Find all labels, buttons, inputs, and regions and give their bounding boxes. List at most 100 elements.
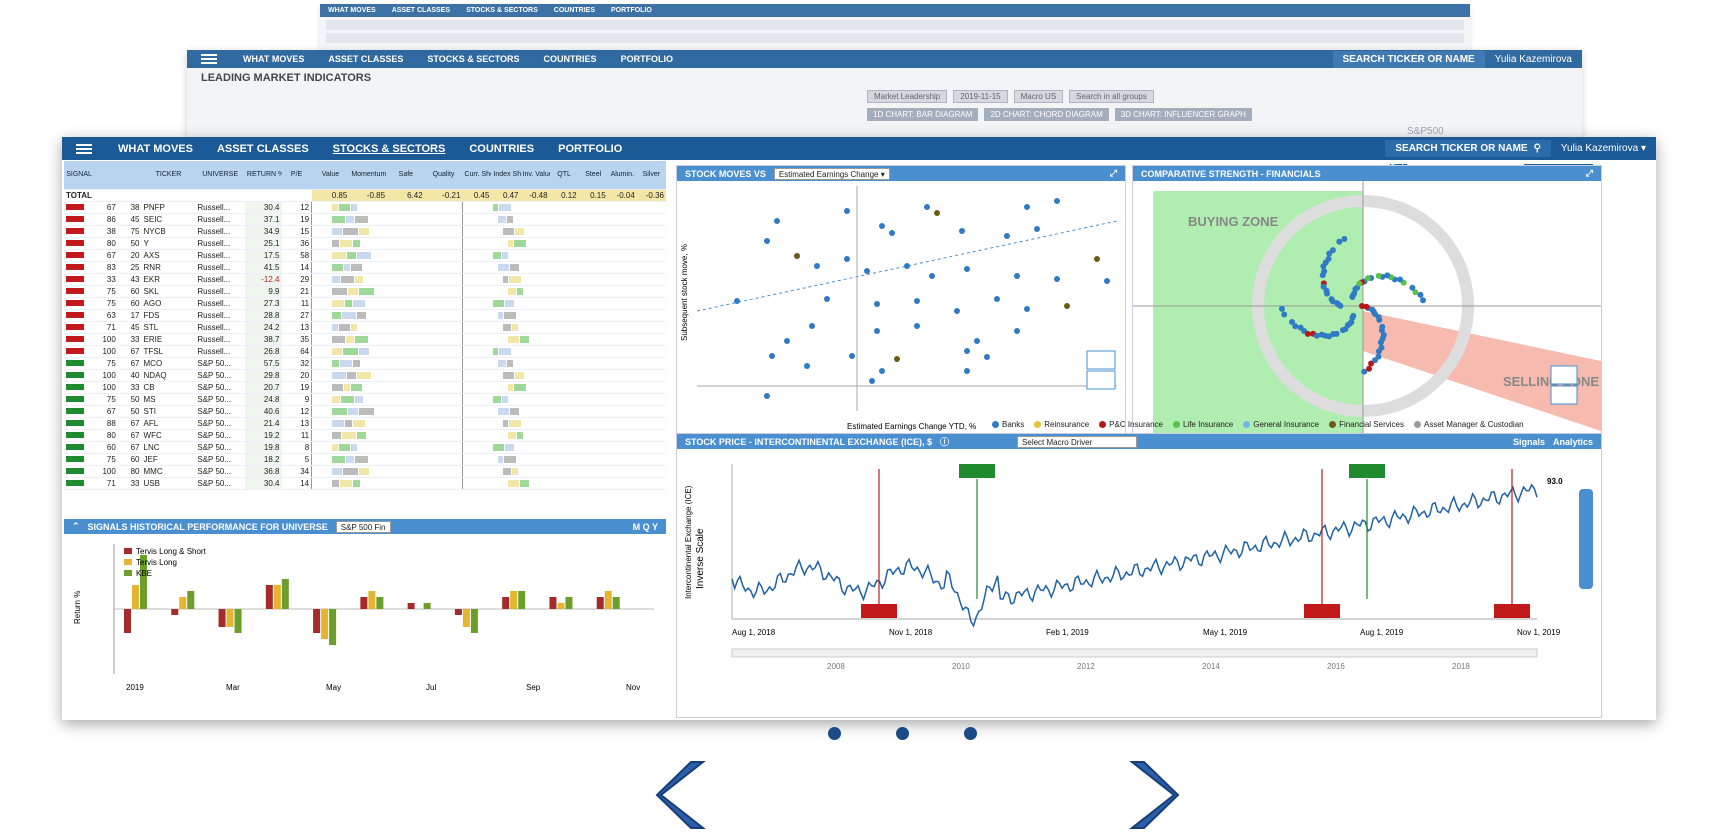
table-row[interactable]: 75 60 JEF S&P 50... 18.2 5: [64, 453, 666, 466]
ticker[interactable]: CB: [141, 381, 196, 394]
ticker[interactable]: PNFP: [141, 201, 196, 214]
expand-icon[interactable]: ⤢: [1586, 168, 1593, 179]
stock-point[interactable]: [914, 298, 920, 304]
sector-point[interactable]: [1326, 333, 1333, 340]
sector-point[interactable]: [1304, 330, 1311, 337]
freq-toggle[interactable]: M Q Y: [633, 522, 658, 532]
sector-point[interactable]: [1323, 290, 1330, 297]
table-row[interactable]: 100 80 MMC S&P 50... 36.8 34: [64, 465, 666, 478]
sector-point[interactable]: [1409, 284, 1416, 291]
nav-asset-classes[interactable]: ASSET CLASSES: [205, 143, 321, 155]
sector-point[interactable]: [1326, 250, 1333, 257]
sector-point[interactable]: [1348, 319, 1355, 326]
sector-point[interactable]: [1419, 297, 1426, 304]
sell-marker[interactable]: [1304, 604, 1340, 618]
sell-marker[interactable]: [1494, 604, 1530, 618]
next-arrow-icon[interactable]: [1128, 760, 1180, 830]
column-header[interactable]: Index Shocks: [491, 161, 521, 190]
stock-point[interactable]: [844, 208, 850, 214]
column-header[interactable]: [117, 161, 142, 190]
column-header[interactable]: Silver: [636, 161, 666, 190]
ticker[interactable]: EKR: [141, 273, 196, 286]
zoom-out-button[interactable]: [1086, 370, 1116, 390]
stock-point[interactable]: [924, 204, 930, 210]
legend-item[interactable]: Life Insurance: [1172, 420, 1233, 429]
sector-point[interactable]: [1375, 353, 1382, 360]
sector-point[interactable]: [1378, 344, 1385, 351]
column-header[interactable]: P/E: [281, 161, 312, 190]
freq-q[interactable]: Q: [643, 522, 650, 532]
stock-point[interactable]: [1094, 256, 1100, 262]
legend-item[interactable]: P&C Insurance: [1099, 420, 1163, 429]
legend-item[interactable]: Banks: [992, 420, 1024, 429]
carousel-dot[interactable]: [964, 727, 977, 740]
stock-point[interactable]: [734, 298, 740, 304]
sector-point[interactable]: [1384, 272, 1391, 279]
ticker[interactable]: NDAQ: [141, 369, 196, 382]
ticker[interactable]: MS: [141, 393, 196, 406]
stock-point[interactable]: [1024, 204, 1030, 210]
user-menu[interactable]: Yulia Kazemirova ▾: [1551, 143, 1656, 154]
collapse-icon[interactable]: ⌃: [72, 521, 80, 532]
carousel-dot[interactable]: [828, 727, 841, 740]
menu-icon[interactable]: [76, 143, 92, 154]
sector-point[interactable]: [1281, 311, 1288, 318]
stock-point[interactable]: [864, 268, 870, 274]
column-header[interactable]: Momentum: [349, 161, 388, 190]
buy-marker[interactable]: [959, 464, 995, 478]
ticker[interactable]: AFL: [141, 417, 196, 430]
sector-point[interactable]: [1349, 294, 1356, 301]
navigator-bar[interactable]: [731, 648, 1538, 658]
stock-point[interactable]: [974, 338, 980, 344]
search-ticker[interactable]: SEARCH TICKER OR NAME ⚲: [1385, 140, 1551, 157]
stock-point[interactable]: [964, 266, 970, 272]
ticker[interactable]: STI: [141, 405, 196, 418]
legend-item[interactable]: Asset Manager & Custodian: [1413, 420, 1524, 429]
stock-point[interactable]: [1054, 198, 1060, 204]
table-row[interactable]: 67 20 AXS Russell... 17.5 58: [64, 249, 666, 262]
legend-item[interactable]: General Insurance: [1243, 420, 1319, 429]
table-row[interactable]: 33 43 EKR Russell... -12.4 29: [64, 273, 666, 286]
ticker[interactable]: Y: [141, 237, 196, 250]
sector-point[interactable]: [1366, 365, 1373, 372]
inverse-scale-label[interactable]: Inverse Scale: [695, 528, 706, 589]
sector-point[interactable]: [1313, 332, 1320, 339]
nav-countries[interactable]: COUNTRIES: [457, 143, 546, 155]
ticker[interactable]: NYCB: [141, 225, 196, 238]
ticker[interactable]: SEIC: [141, 213, 196, 226]
table-row[interactable]: 63 17 FDS Russell... 28.8 27: [64, 309, 666, 322]
table-row[interactable]: 67 50 STI S&P 50... 40.6 12: [64, 405, 666, 418]
ticker[interactable]: STL: [141, 321, 196, 334]
table-row[interactable]: 100 40 NDAQ S&P 50... 29.8 20: [64, 369, 666, 382]
carousel-dot[interactable]: [896, 727, 909, 740]
stock-point[interactable]: [824, 296, 830, 302]
sector-point[interactable]: [1320, 283, 1327, 290]
stock-point[interactable]: [1104, 278, 1110, 284]
ticker[interactable]: MMC: [141, 465, 196, 478]
universe-select[interactable]: S&P 500 Fin: [335, 520, 391, 533]
column-header[interactable]: Alumin.: [607, 161, 637, 190]
ticker[interactable]: LNC: [141, 441, 196, 454]
nav-what-moves[interactable]: WHAT MOVES: [106, 143, 205, 155]
stock-point[interactable]: [1024, 306, 1030, 312]
sector-point[interactable]: [1342, 326, 1349, 333]
table-row[interactable]: 75 60 AGO Russell... 27.3 11: [64, 297, 666, 310]
sector-point[interactable]: [1337, 302, 1344, 309]
freq-y[interactable]: Y: [652, 522, 658, 532]
sell-marker[interactable]: [861, 604, 897, 618]
column-header[interactable]: Inv. Value: [520, 161, 550, 190]
sector-point[interactable]: [1350, 312, 1357, 319]
stock-point[interactable]: [769, 353, 775, 359]
table-row[interactable]: 80 50 Y Russell... 25.1 36: [64, 237, 666, 250]
stock-point[interactable]: [894, 356, 900, 362]
legend-item[interactable]: Financial Services: [1329, 420, 1404, 429]
stock-point[interactable]: [764, 393, 770, 399]
stock-point[interactable]: [929, 273, 935, 279]
legend-item[interactable]: Reinsurance: [1034, 420, 1089, 429]
table-row[interactable]: 75 67 MCO S&P 50... 57.5 32: [64, 357, 666, 370]
ticker[interactable]: SKL: [141, 285, 196, 298]
ticker[interactable]: FDS: [141, 309, 196, 322]
driver-select[interactable]: Estimated Earnings Change ▾: [773, 167, 890, 180]
sector-point[interactable]: [1375, 313, 1382, 320]
sector-point[interactable]: [1278, 305, 1285, 312]
